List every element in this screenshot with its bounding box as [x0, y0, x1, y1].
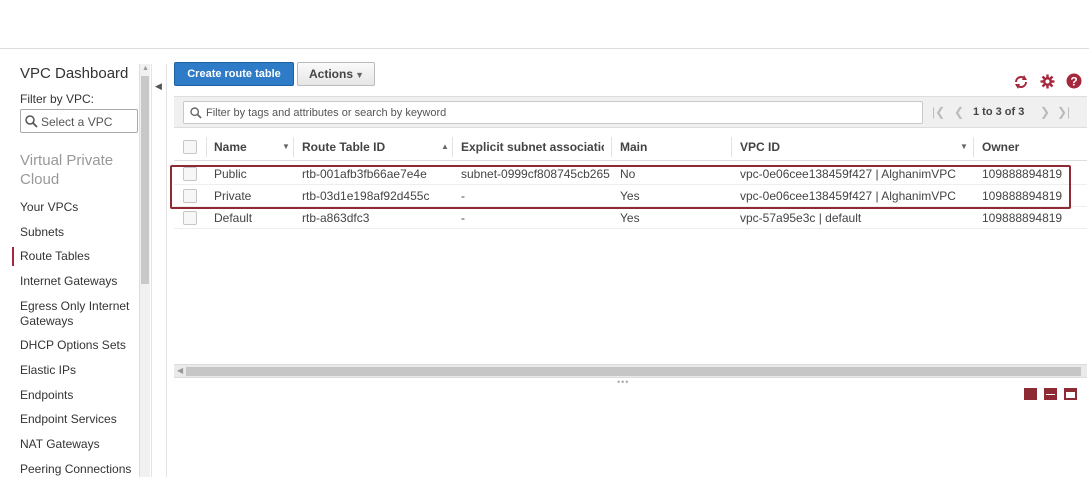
- cell-subnet-association: -: [461, 211, 465, 225]
- create-route-table-button[interactable]: Create route table: [174, 62, 294, 86]
- layout-top-icon[interactable]: [1064, 388, 1077, 400]
- sort-icon[interactable]: ▼: [282, 142, 290, 151]
- sidebar-collapse-toggle[interactable]: ◀: [151, 64, 167, 477]
- sidebar-scrollbar[interactable]: ▲: [139, 64, 150, 477]
- cell-vpc-id: vpc-57a95e3c | default: [740, 211, 862, 225]
- column-header-vpc-id[interactable]: VPC ID: [740, 140, 780, 154]
- cell-main: Yes: [620, 211, 640, 225]
- column-divider: [452, 137, 453, 157]
- sidebar-section-title: Virtual Private Cloud: [20, 152, 114, 188]
- sort-ascending-icon[interactable]: ▲: [441, 142, 449, 151]
- gear-icon[interactable]: [1040, 74, 1055, 89]
- column-divider: [206, 137, 207, 157]
- column-header-route-table-id[interactable]: Route Table ID: [302, 140, 385, 154]
- scroll-left-icon[interactable]: ◀: [177, 366, 183, 375]
- toolbar-icons: ?: [993, 73, 1083, 91]
- table-header: Name ▼ Route Table ID ▲ Explicit subnet …: [174, 133, 1087, 161]
- refresh-icon[interactable]: [1013, 74, 1029, 90]
- column-divider: [731, 137, 732, 157]
- table-scrollbar-thumb[interactable]: [186, 367, 1081, 376]
- top-bar: [0, 0, 1089, 49]
- search-placeholder: Filter by tags and attributes or search …: [206, 107, 447, 119]
- column-divider: [973, 137, 974, 157]
- sidebar-item-internet-gateways[interactable]: Internet Gateways: [20, 274, 132, 289]
- search-icon: [190, 107, 202, 119]
- column-header-main[interactable]: Main: [620, 140, 647, 154]
- sidebar-item-peering-connections[interactable]: Peering Connections: [20, 462, 132, 477]
- sidebar-item-subnets[interactable]: Subnets: [20, 225, 132, 240]
- column-divider: [611, 137, 612, 157]
- last-page-icon[interactable]: ❯|: [1057, 105, 1070, 119]
- sidebar-item-endpoint-services[interactable]: Endpoint Services: [20, 412, 132, 427]
- sidebar-item-your-vpcs[interactable]: Your VPCs: [20, 200, 132, 215]
- help-icon[interactable]: ?: [1066, 73, 1082, 89]
- actions-dropdown[interactable]: Actions ▼: [297, 62, 375, 86]
- svg-text:?: ?: [1070, 75, 1077, 89]
- prev-page-icon[interactable]: ❮: [954, 105, 964, 119]
- layout-split-icon[interactable]: [1044, 388, 1057, 400]
- filter-by-vpc-label: Filter by VPC:: [20, 92, 95, 106]
- actions-label: Actions: [309, 67, 354, 81]
- sidebar-item-route-tables[interactable]: Route Tables: [12, 247, 132, 266]
- column-divider: [293, 137, 294, 157]
- table-horizontal-scrollbar[interactable]: ◀: [174, 364, 1087, 378]
- table-row[interactable]: Default rtb-a863dfc3 - Yes vpc-57a95e3c …: [174, 207, 1087, 229]
- select-all-checkbox[interactable]: [183, 140, 197, 154]
- chevron-left-icon: ◀: [155, 81, 162, 91]
- sidebar-item-egress-only-internet-gateways[interactable]: Egress Only Internet Gateways: [20, 299, 132, 329]
- pagination: |❮ ❮ 1 to 3 of 3 ❯ ❯|: [932, 105, 1082, 121]
- selection-highlight-box: [170, 165, 1071, 209]
- resize-handle[interactable]: •••: [617, 377, 629, 387]
- page-count: 1 to 3 of 3: [973, 106, 1025, 118]
- chevron-down-icon: ▼: [355, 70, 364, 80]
- filter-bar: Filter by tags and attributes or search …: [174, 96, 1087, 128]
- row-checkbox[interactable]: [183, 211, 197, 225]
- sidebar-item-nat-gateways[interactable]: NAT Gateways: [20, 437, 132, 452]
- sidebar-item-dhcp-options-sets[interactable]: DHCP Options Sets: [20, 338, 132, 353]
- cell-owner: 109888894819: [982, 211, 1063, 225]
- search-icon: [25, 115, 38, 128]
- scroll-up-icon[interactable]: ▲: [142, 65, 149, 72]
- layout-full-icon[interactable]: [1024, 388, 1037, 400]
- next-page-icon[interactable]: ❯: [1040, 105, 1050, 119]
- cell-name: Default: [214, 211, 253, 225]
- cell-route-table-id: rtb-a863dfc3: [302, 211, 370, 225]
- layout-toggle-group: [1024, 388, 1078, 401]
- column-header-explicit-subnet-association[interactable]: Explicit subnet association: [461, 140, 604, 154]
- sidebar: VPC Dashboard Filter by VPC: Select a VP…: [0, 50, 151, 477]
- sidebar-item-endpoints[interactable]: Endpoints: [20, 388, 132, 403]
- sidebar-item-elastic-ips[interactable]: Elastic IPs: [20, 363, 132, 378]
- vpc-filter-placeholder: Select a VPC: [41, 115, 113, 129]
- vpc-filter-select[interactable]: Select a VPC: [20, 109, 138, 133]
- column-header-name[interactable]: Name: [214, 140, 247, 154]
- search-input[interactable]: Filter by tags and attributes or search …: [183, 101, 923, 124]
- sidebar-title[interactable]: VPC Dashboard: [20, 65, 128, 82]
- sidebar-scrollbar-thumb[interactable]: [141, 76, 149, 284]
- column-header-owner[interactable]: Owner: [982, 140, 1019, 154]
- sort-icon[interactable]: ▼: [960, 142, 968, 151]
- first-page-icon[interactable]: |❮: [932, 105, 945, 119]
